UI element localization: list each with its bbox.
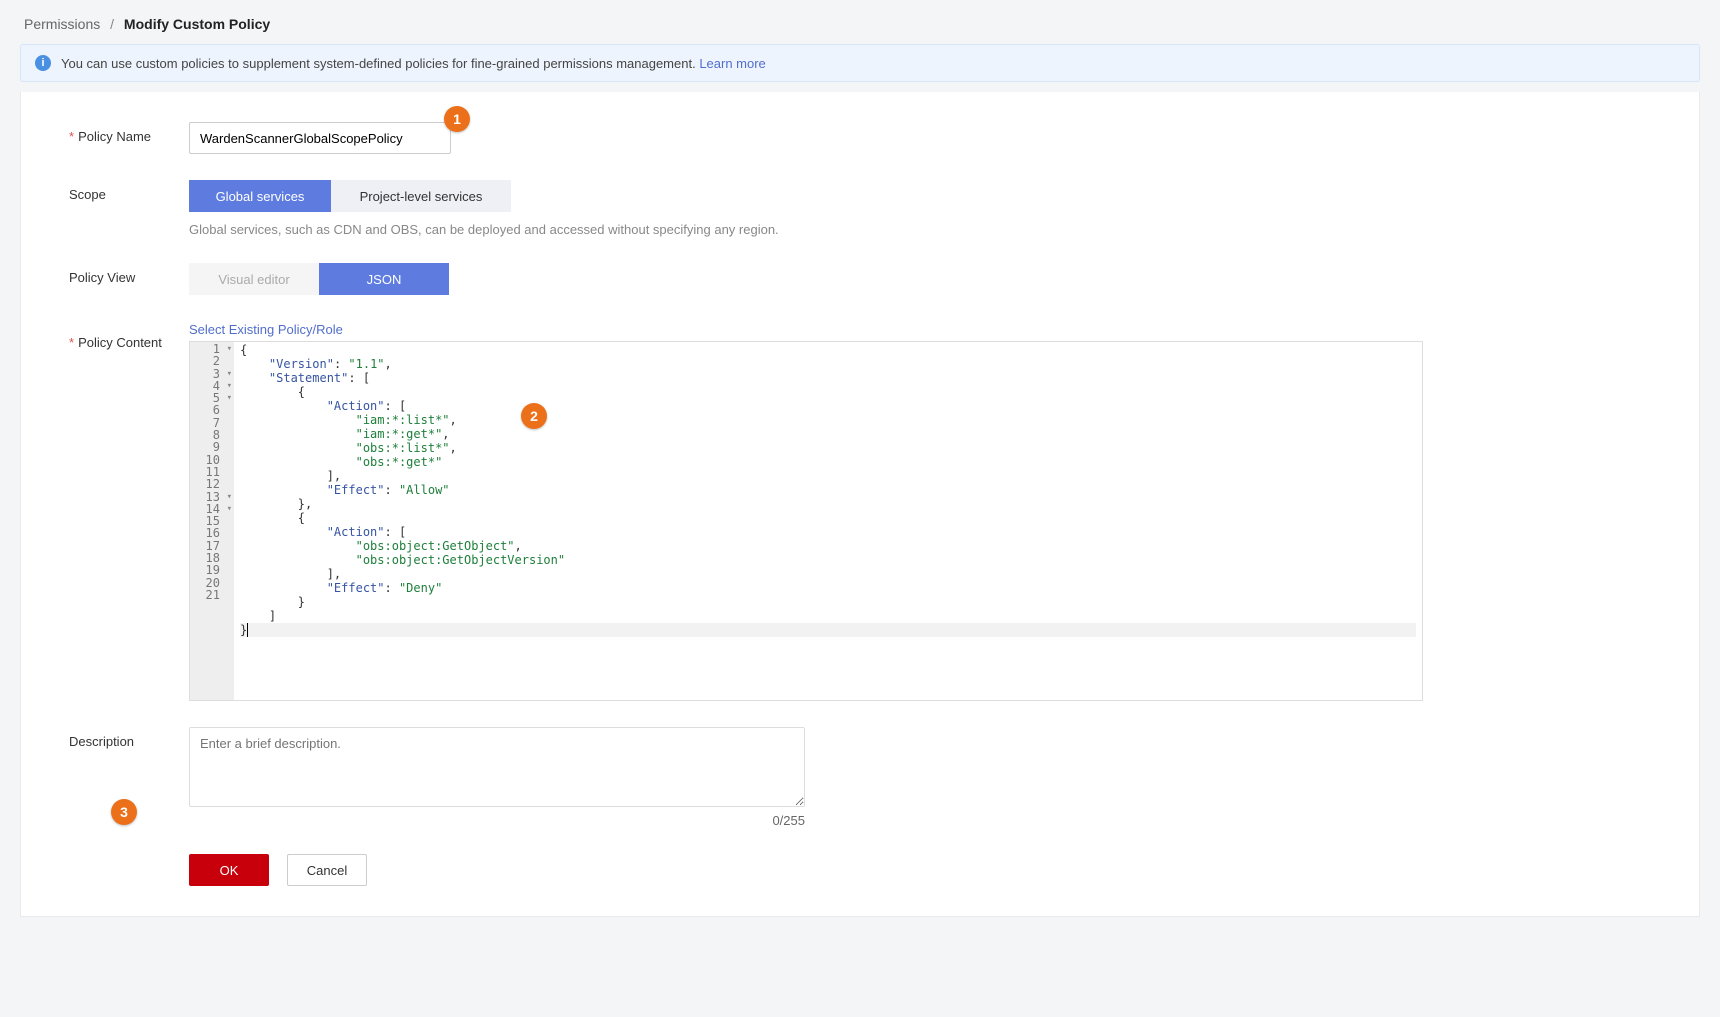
policy-name-input[interactable] [189,122,451,154]
form-area: *Policy Name Scope Global services Proje… [20,92,1700,917]
ok-button[interactable]: OK [189,854,269,886]
scope-help-text: Global services, such as CDN and OBS, ca… [189,222,1669,237]
info-banner: i You can use custom policies to supplem… [20,44,1700,82]
breadcrumb: Permissions / Modify Custom Policy [0,0,1720,44]
select-existing-link[interactable]: Select Existing Policy/Role [189,322,343,337]
scope-project-button[interactable]: Project-level services [331,180,511,212]
description-counter: 0/255 [189,813,805,828]
info-icon: i [35,55,51,71]
step-callout-3: 3 [111,799,137,825]
info-banner-text: You can use custom policies to supplemen… [61,56,696,71]
description-textarea[interactable] [189,727,805,807]
label-policy-view: Policy View [69,263,189,285]
label-policy-content: *Policy Content [69,321,189,350]
view-toggle: Visual editor JSON [189,263,449,295]
cancel-button[interactable]: Cancel [287,854,367,886]
step-callout-1: 1 [444,106,470,132]
label-scope: Scope [69,180,189,202]
scope-toggle: Global services Project-level services [189,180,511,212]
view-json-button[interactable]: JSON [319,263,449,295]
label-policy-name: *Policy Name [69,122,189,144]
label-description: Description [69,727,189,749]
view-visual-button[interactable]: Visual editor [189,263,319,295]
scope-global-button[interactable]: Global services [189,180,331,212]
learn-more-link[interactable]: Learn more [699,56,765,71]
editor-code[interactable]: { "Version": "1.1", "Statement": [ { "Ac… [234,342,1422,700]
editor-gutter: 123456789101112131415161718192021 [190,342,234,700]
breadcrumb-current: Modify Custom Policy [124,16,270,32]
breadcrumb-parent[interactable]: Permissions [24,16,100,32]
breadcrumb-separator: / [104,16,120,32]
json-editor[interactable]: 123456789101112131415161718192021 { "Ver… [189,341,1423,701]
step-callout-2: 2 [521,403,547,429]
